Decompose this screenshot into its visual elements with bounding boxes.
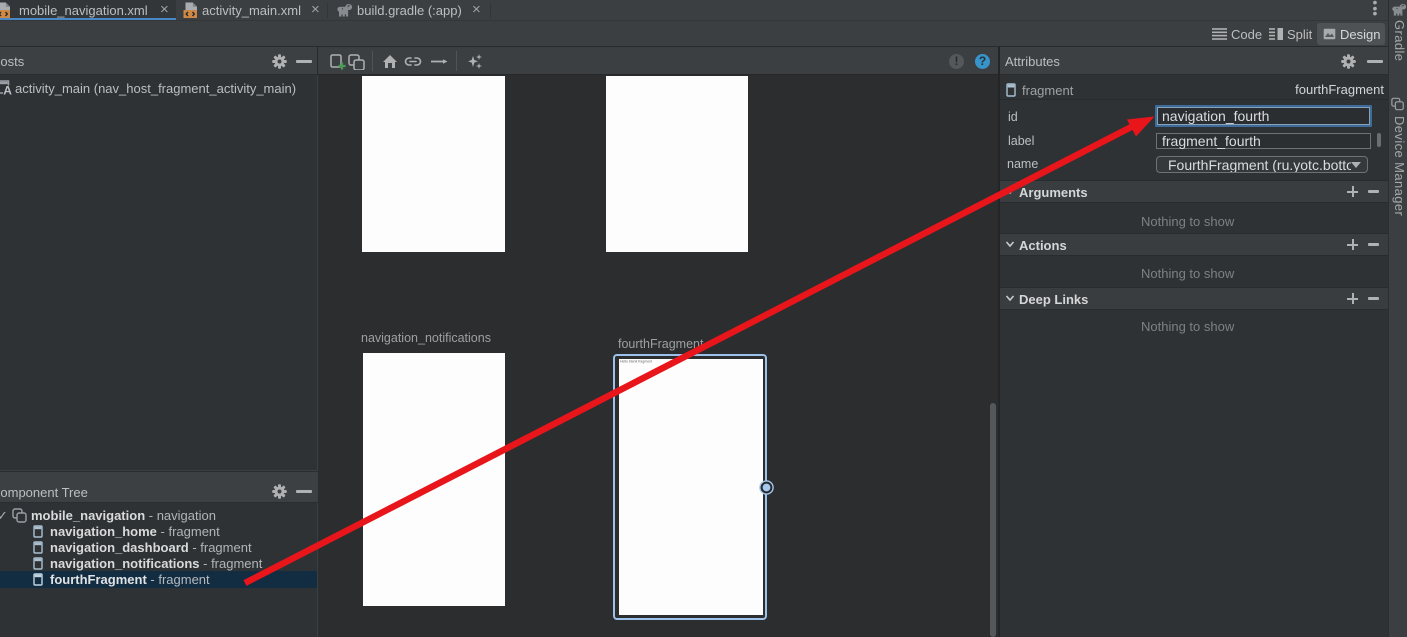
svg-text:A: A: [3, 84, 12, 95]
